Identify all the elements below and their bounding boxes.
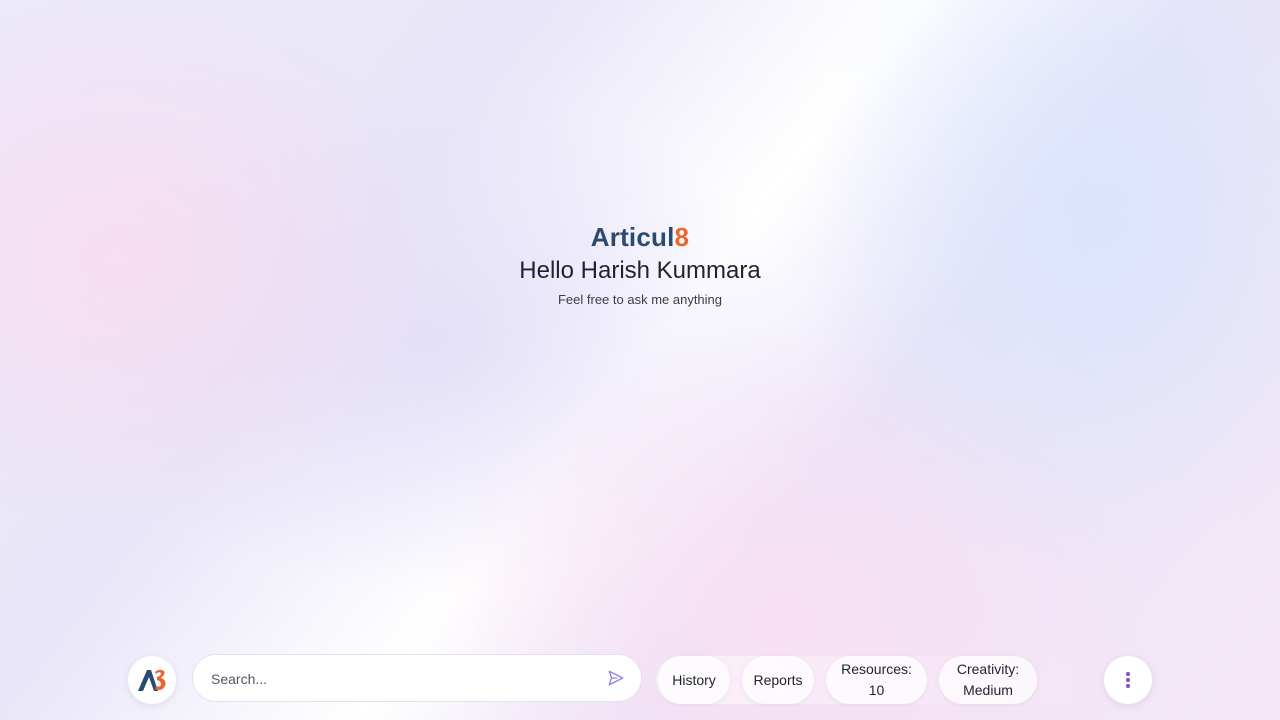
a8-logo-icon: [138, 669, 166, 691]
greeting-subtitle: Feel free to ask me anything: [557, 292, 723, 307]
chips-panel: History Reports Resources: 10 Creativity…: [656, 656, 1086, 704]
resources-chip[interactable]: Resources: 10: [826, 656, 927, 704]
reports-chip-label: Reports: [753, 671, 803, 688]
search-input[interactable]: [209, 655, 593, 703]
search-box: [192, 654, 642, 703]
hero: Articul8 Hello Harish Kummara Feel free …: [0, 220, 1280, 307]
bottom-bar: History Reports Resources: 10 Creativity…: [0, 652, 1280, 708]
more-options-button[interactable]: [1104, 656, 1152, 704]
creativity-chip-value: Medium: [963, 682, 1013, 698]
creativity-chip-label: Creativity:: [956, 661, 1020, 677]
send-button[interactable]: [605, 667, 627, 689]
more-vertical-icon: [1126, 672, 1130, 688]
logo-main-text: Articul: [590, 222, 675, 252]
resources-chip-label: Resources:: [841, 661, 912, 677]
send-icon: [608, 670, 624, 686]
history-chip-label: History: [672, 671, 716, 688]
resources-chip-value: 10: [868, 682, 885, 698]
articul8-logo: Articul8: [0, 220, 1280, 254]
avatar[interactable]: [128, 656, 176, 704]
greeting-title: Hello Harish Kummara: [519, 257, 761, 284]
creativity-chip[interactable]: Creativity: Medium: [939, 656, 1037, 704]
history-chip[interactable]: History: [658, 656, 730, 704]
reports-chip[interactable]: Reports: [742, 656, 814, 704]
logo-accent-text: 8: [674, 222, 690, 252]
